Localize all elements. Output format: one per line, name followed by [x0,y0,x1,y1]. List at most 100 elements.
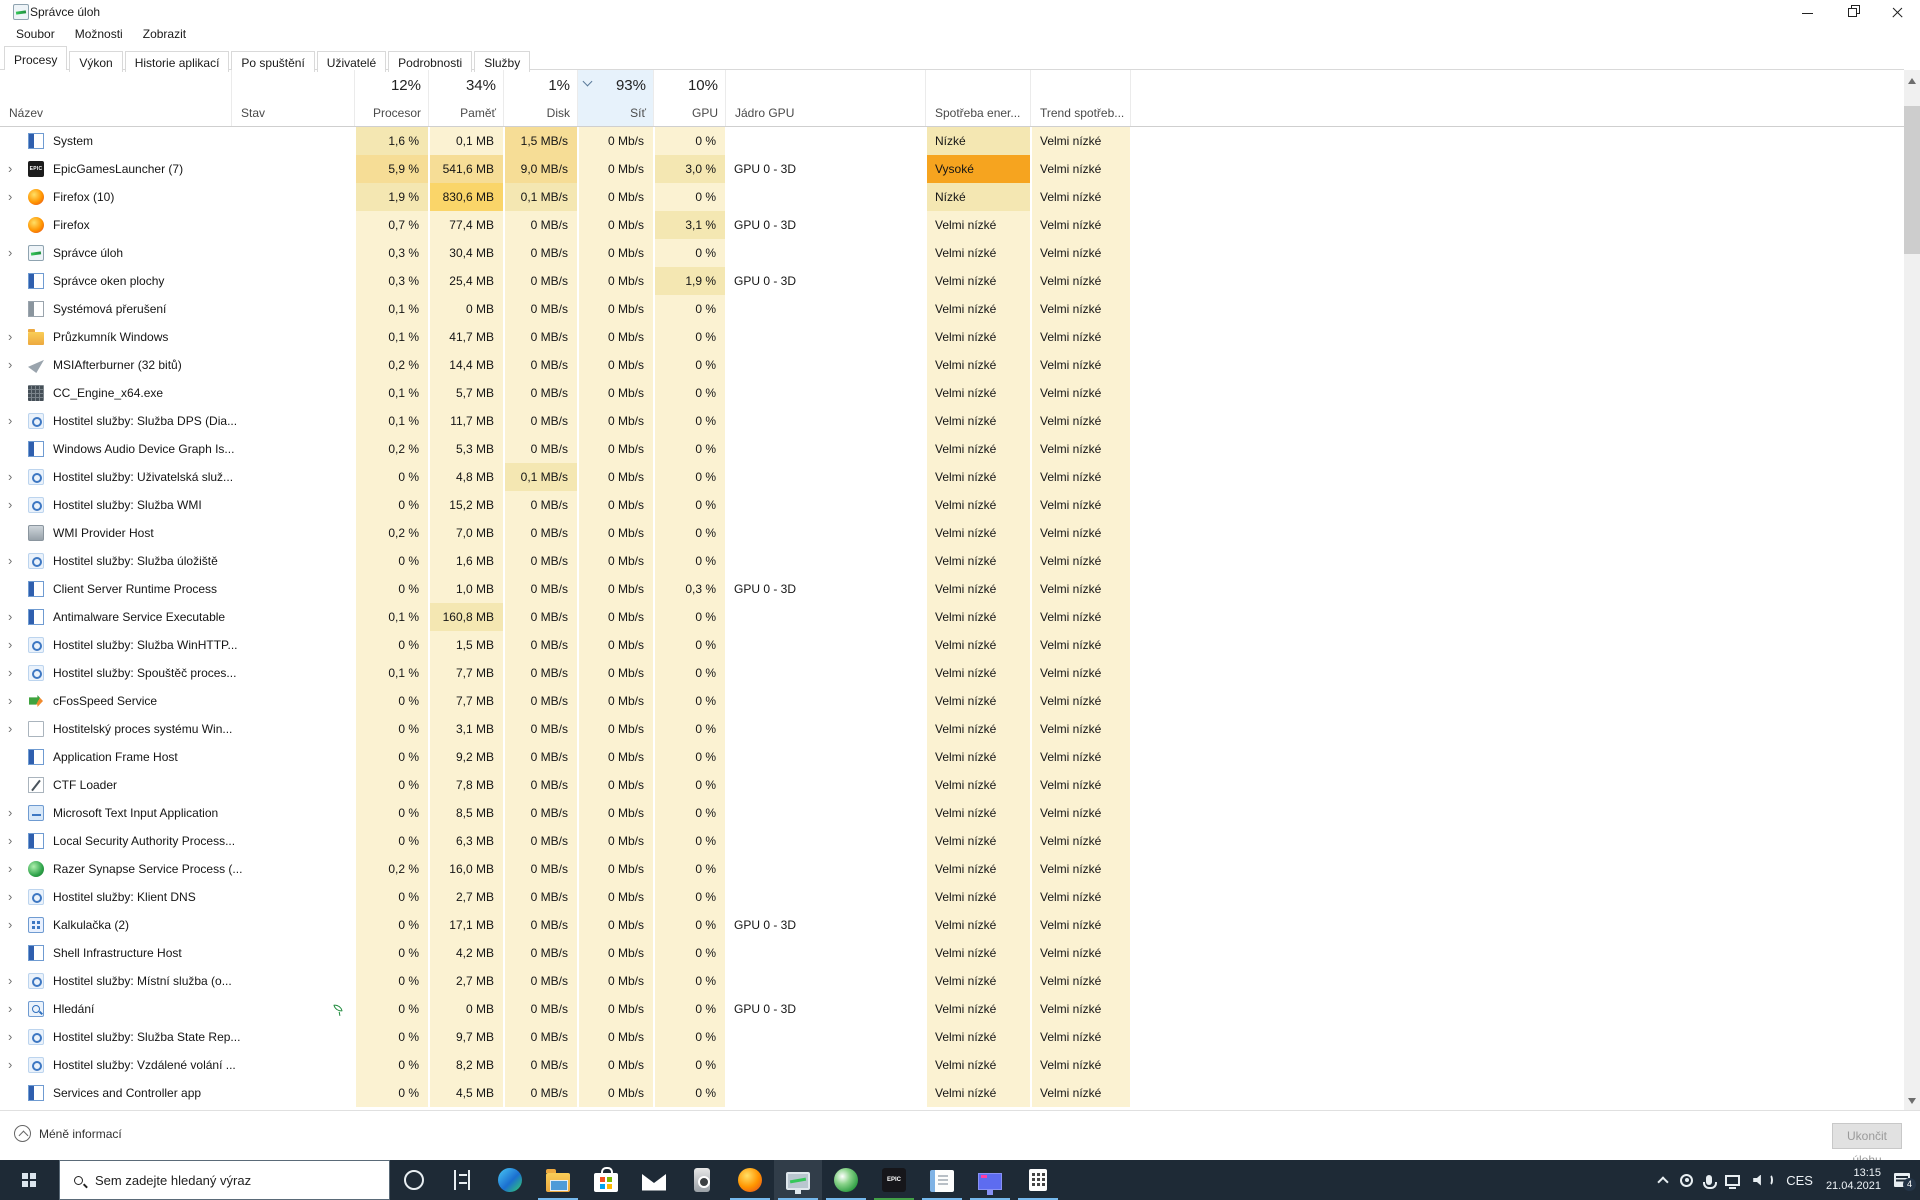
column-header-status[interactable]: Stav [231,70,354,126]
table-row[interactable]: › Hostitel služby: Služba úložiště 0 % 1… [0,547,1904,575]
table-row[interactable]: › Hostitel služby: Služba WinHTTP... 0 %… [0,631,1904,659]
table-row[interactable]: › Hostitel služby: Místní služba (o... 0… [0,967,1904,995]
tab-details[interactable]: Podrobnosti [388,51,473,72]
table-row[interactable]: › MSIAfterburner (32 bitů) 0,2 % 14,4 MB… [0,351,1904,379]
taskbar-app-cortana[interactable] [390,1160,438,1200]
taskbar-app-notepad[interactable] [918,1160,966,1200]
scrollbar[interactable] [1904,70,1920,1112]
taskbar-search-input[interactable]: Sem zadejte hledaný výraz [59,1160,390,1200]
table-row[interactable]: › Hostitel služby: Služba WMI 0 % 15,2 M… [0,491,1904,519]
notification-center-icon[interactable]: 4 [1894,1173,1916,1191]
taskbar-app-calculator[interactable] [1014,1160,1062,1200]
expander-icon[interactable]: › [8,659,22,687]
expander-icon[interactable]: › [8,687,22,715]
table-row[interactable]: › Hostitel služby: Vzdálené volání ... 0… [0,1051,1904,1079]
expander-icon[interactable]: › [8,603,22,631]
tab-app-history[interactable]: Historie aplikací [124,51,230,72]
menu-item-view[interactable]: Zobrazit [135,24,194,44]
expander-icon[interactable]: › [8,855,22,883]
expander-icon[interactable]: › [8,799,22,827]
table-row[interactable]: › Správce úloh 0,3 % 30,4 MB 0 MB/s 0 Mb… [0,239,1904,267]
table-row[interactable]: › Client Server Runtime Process 0 % 1,0 … [0,575,1904,603]
microphone-icon[interactable] [1703,1175,1718,1189]
taskbar-app-audio-app[interactable] [678,1160,726,1200]
hidden-icons-chevron-icon[interactable] [1657,1175,1669,1188]
scrollbar-thumb[interactable] [1904,106,1920,254]
expander-icon[interactable]: › [8,883,22,911]
expander-icon[interactable]: › [8,967,22,995]
table-row[interactable]: › Razer Synapse Service Process (... 0,2… [0,855,1904,883]
expander-icon[interactable]: › [8,491,22,519]
table-row[interactable]: › System 1,6 % 0,1 MB 1,5 MB/s 0 Mb/s 0 … [0,127,1904,155]
table-row[interactable]: › Local Security Authority Process... 0 … [0,827,1904,855]
title-bar[interactable]: Správce úloh [0,0,1920,24]
end-task-button[interactable]: Ukončit úlohu [1832,1123,1902,1167]
network-icon[interactable] [1725,1174,1741,1189]
minimize-button[interactable] [1785,0,1830,26]
column-header-cpu[interactable]: 12% Procesor [354,70,428,126]
table-row[interactable]: › Systémová přerušení 0,1 % 0 MB 0 MB/s … [0,295,1904,323]
expander-icon[interactable]: › [8,463,22,491]
table-row[interactable]: › Application Frame Host 0 % 9,2 MB 0 MB… [0,743,1904,771]
expander-icon[interactable]: › [8,351,22,379]
table-row[interactable]: › Services and Controller app 0 % 4,5 MB… [0,1079,1904,1107]
tab-performance[interactable]: Výkon [69,51,123,72]
scroll-down-icon[interactable] [1908,1098,1916,1106]
expander-icon[interactable]: › [8,827,22,855]
table-row[interactable]: › Kalkulačka (2) 0 % 17,1 MB 0 MB/s 0 Mb… [0,911,1904,939]
table-row[interactable]: › Hledání 0 % 0 MB 0 MB/s 0 Mb/s 0 % GPU… [0,995,1904,1023]
column-header-gpu[interactable]: 10% GPU [653,70,725,126]
expander-icon[interactable]: › [8,911,22,939]
expander-icon[interactable]: › [8,183,22,211]
close-button[interactable] [1875,0,1920,26]
table-row[interactable]: › Hostitel služby: Spouštěč proces... 0,… [0,659,1904,687]
tab-users[interactable]: Uživatelé [316,51,387,72]
table-row[interactable]: › WMI Provider Host 0,2 % 7,0 MB 0 MB/s … [0,519,1904,547]
table-row[interactable]: › Antimalware Service Executable 0,1 % 1… [0,603,1904,631]
column-header-power-usage[interactable]: Spotřeba ener... [925,70,1030,126]
expander-icon[interactable]: › [8,323,22,351]
taskbar-app-task-view[interactable] [438,1160,486,1200]
restore-button[interactable] [1830,0,1875,26]
taskbar-app-firefox[interactable] [726,1160,774,1200]
tab-services[interactable]: Služby [474,51,531,72]
column-header-disk[interactable]: 1% Disk [503,70,577,126]
expander-icon[interactable]: › [8,239,22,267]
table-row[interactable]: › Firefox (10) 1,9 % 830,6 MB 0,1 MB/s 0… [0,183,1904,211]
table-row[interactable]: › Hostitel služby: Služba State Rep... 0… [0,1023,1904,1051]
expander-icon[interactable]: › [8,631,22,659]
expander-icon[interactable]: › [8,1023,22,1051]
table-row[interactable]: › CC_Engine_x64.exe 0,1 % 5,7 MB 0 MB/s … [0,379,1904,407]
table-row[interactable]: › Hostitel služby: Klient DNS 0 % 2,7 MB… [0,883,1904,911]
table-row[interactable]: › Hostitelský proces systému Win... 0 % … [0,715,1904,743]
taskbar-app-task-manager[interactable] [774,1160,822,1200]
tab-processes[interactable]: Procesy [4,46,68,70]
expander-icon[interactable]: › [8,547,22,575]
camera-privacy-icon[interactable] [1680,1173,1694,1187]
menu-item-options[interactable]: Možnosti [67,24,131,44]
scroll-up-icon[interactable] [1908,76,1916,84]
table-row[interactable]: › Hostitel služby: Uživatelská služ... 0… [0,463,1904,491]
tab-startup[interactable]: Po spuštění [231,51,315,72]
clock[interactable]: 13:15 21.04.2021 [1826,1167,1881,1193]
table-row[interactable]: › Microsoft Text Input Application 0 % 8… [0,799,1904,827]
table-row[interactable]: › Průzkumník Windows 0,1 % 41,7 MB 0 MB/… [0,323,1904,351]
table-row[interactable]: › cFosSpeed Service 0 % 7,7 MB 0 MB/s 0 … [0,687,1904,715]
column-header-network[interactable]: 93% Síť [577,70,653,126]
column-header-gpu-engine[interactable]: Jádro GPU [725,70,925,126]
column-header-memory[interactable]: 34% Paměť [428,70,503,126]
expander-icon[interactable]: › [8,715,22,743]
expander-icon[interactable]: › [8,1051,22,1079]
table-row[interactable]: › EpicGamesLauncher (7) 5,9 % 541,6 MB 9… [0,155,1904,183]
table-row[interactable]: › Správce oken plochy 0,3 % 25,4 MB 0 MB… [0,267,1904,295]
taskbar-app-monitor-app[interactable] [966,1160,1014,1200]
table-row[interactable]: › Hostitel služby: Služba DPS (Dia... 0,… [0,407,1904,435]
language-indicator[interactable]: CES [1786,1173,1813,1188]
expander-icon[interactable]: › [8,995,22,1023]
table-row[interactable]: › Firefox 0,7 % 77,4 MB 0 MB/s 0 Mb/s 3,… [0,211,1904,239]
taskbar-app-epic-games[interactable] [870,1160,918,1200]
taskbar-app-edge[interactable] [486,1160,534,1200]
table-row[interactable]: › CTF Loader 0 % 7,8 MB 0 MB/s 0 Mb/s 0 … [0,771,1904,799]
start-button[interactable] [0,1160,59,1200]
less-details-button[interactable]: Méně informací [14,1125,122,1142]
